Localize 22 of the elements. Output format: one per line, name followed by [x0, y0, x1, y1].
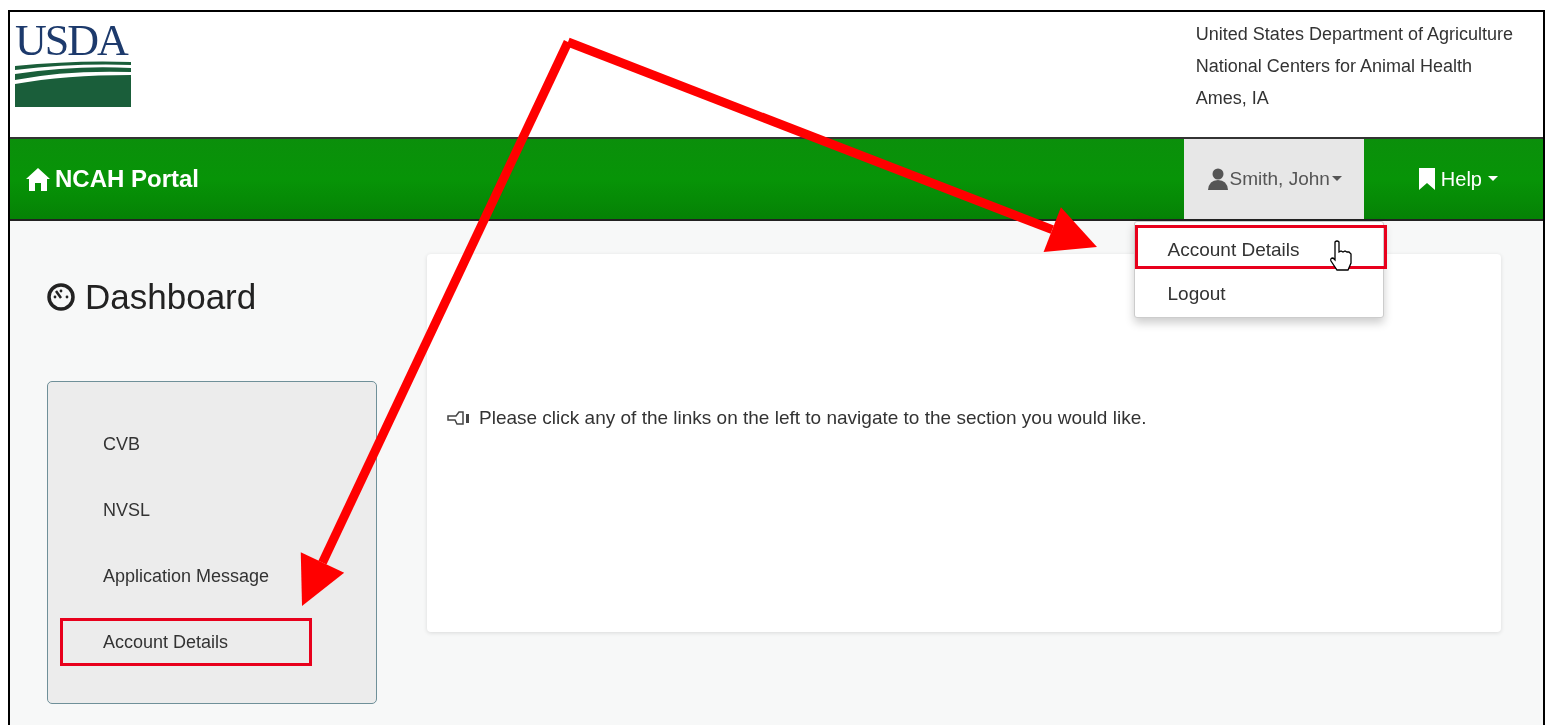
hand-cursor-icon: [1327, 240, 1354, 272]
instruction-text: Please click any of the links on the left to navigate to the section you would like.: [479, 407, 1147, 429]
bookmark-icon: [1418, 168, 1435, 190]
sidebar-link[interactable]: NVSL: [60, 486, 154, 534]
help-menu-button[interactable]: Help: [1418, 139, 1498, 219]
sidebar-link[interactable]: Application Message: [60, 552, 273, 600]
fields-logo-icon: [15, 60, 131, 107]
agency-line: National Centers for Animal Health: [1195, 55, 1473, 78]
home-icon: [25, 167, 51, 191]
menu-item[interactable]: Account Details: [1134, 225, 1387, 269]
menu-item[interactable]: Logout: [1134, 269, 1387, 313]
caret-icon: [1331, 176, 1342, 182]
logo-text: USDA: [15, 22, 129, 60]
dashboard-gauge-icon: [47, 282, 75, 311]
portal-home-link[interactable]: NCAH Portal: [10, 139, 199, 219]
sidebar-link[interactable]: CVB: [60, 420, 143, 468]
caret-icon: [1488, 176, 1498, 182]
sidebar-link[interactable]: Account Details: [60, 618, 312, 666]
user-icon: [1207, 168, 1228, 190]
agency-line: Ames, IA: [1195, 87, 1270, 110]
agency-line: United States Department of Agriculture: [1195, 23, 1513, 46]
page-title: Dashboard: [85, 276, 257, 317]
